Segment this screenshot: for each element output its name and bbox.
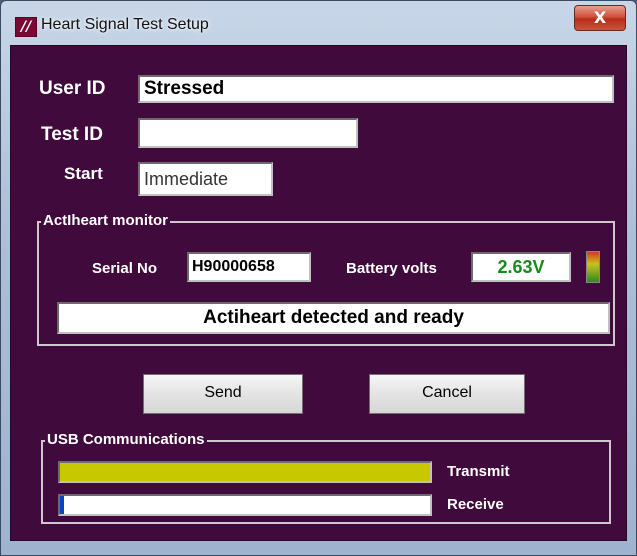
transmit-progress-fill bbox=[60, 463, 430, 481]
dialog-window: // Heart Signal Test Setup X User ID Str… bbox=[0, 0, 637, 556]
battery-indicator bbox=[586, 251, 600, 283]
dialog-body: User ID Stressed Test ID Start Immediate… bbox=[10, 45, 627, 541]
serial-field[interactable]: H90000658 bbox=[187, 252, 311, 282]
close-button[interactable]: X bbox=[574, 5, 626, 31]
start-label: Start bbox=[64, 164, 103, 183]
test-id-label: Test ID bbox=[41, 124, 103, 145]
app-logo-icon: // bbox=[15, 17, 37, 37]
cancel-button[interactable]: Cancel bbox=[369, 374, 525, 414]
title-bar[interactable]: // Heart Signal Test Setup X bbox=[1, 1, 637, 37]
receive-label: Receive bbox=[447, 496, 504, 513]
user-id-label: User ID bbox=[39, 78, 106, 99]
monitor-group-title: ActIheart monitor bbox=[41, 212, 171, 229]
battery-field: 2.63V bbox=[471, 252, 571, 282]
transmit-label: Transmit bbox=[447, 463, 510, 480]
serial-label: Serial No bbox=[92, 260, 158, 277]
transmit-progress-bar bbox=[58, 461, 432, 483]
battery-label: Battery volts bbox=[346, 260, 437, 277]
send-button[interactable]: Send bbox=[143, 374, 303, 414]
user-id-field[interactable]: Stressed bbox=[138, 75, 614, 103]
start-field[interactable]: Immediate bbox=[138, 162, 273, 196]
usb-group-title: USB Communications bbox=[45, 431, 207, 448]
test-id-field[interactable] bbox=[138, 118, 358, 148]
window-title: Heart Signal Test Setup bbox=[41, 16, 209, 33]
receive-progress-bar bbox=[58, 494, 432, 516]
receive-progress-fill bbox=[60, 496, 64, 514]
monitor-status: Actiheart detected and ready bbox=[57, 302, 610, 334]
